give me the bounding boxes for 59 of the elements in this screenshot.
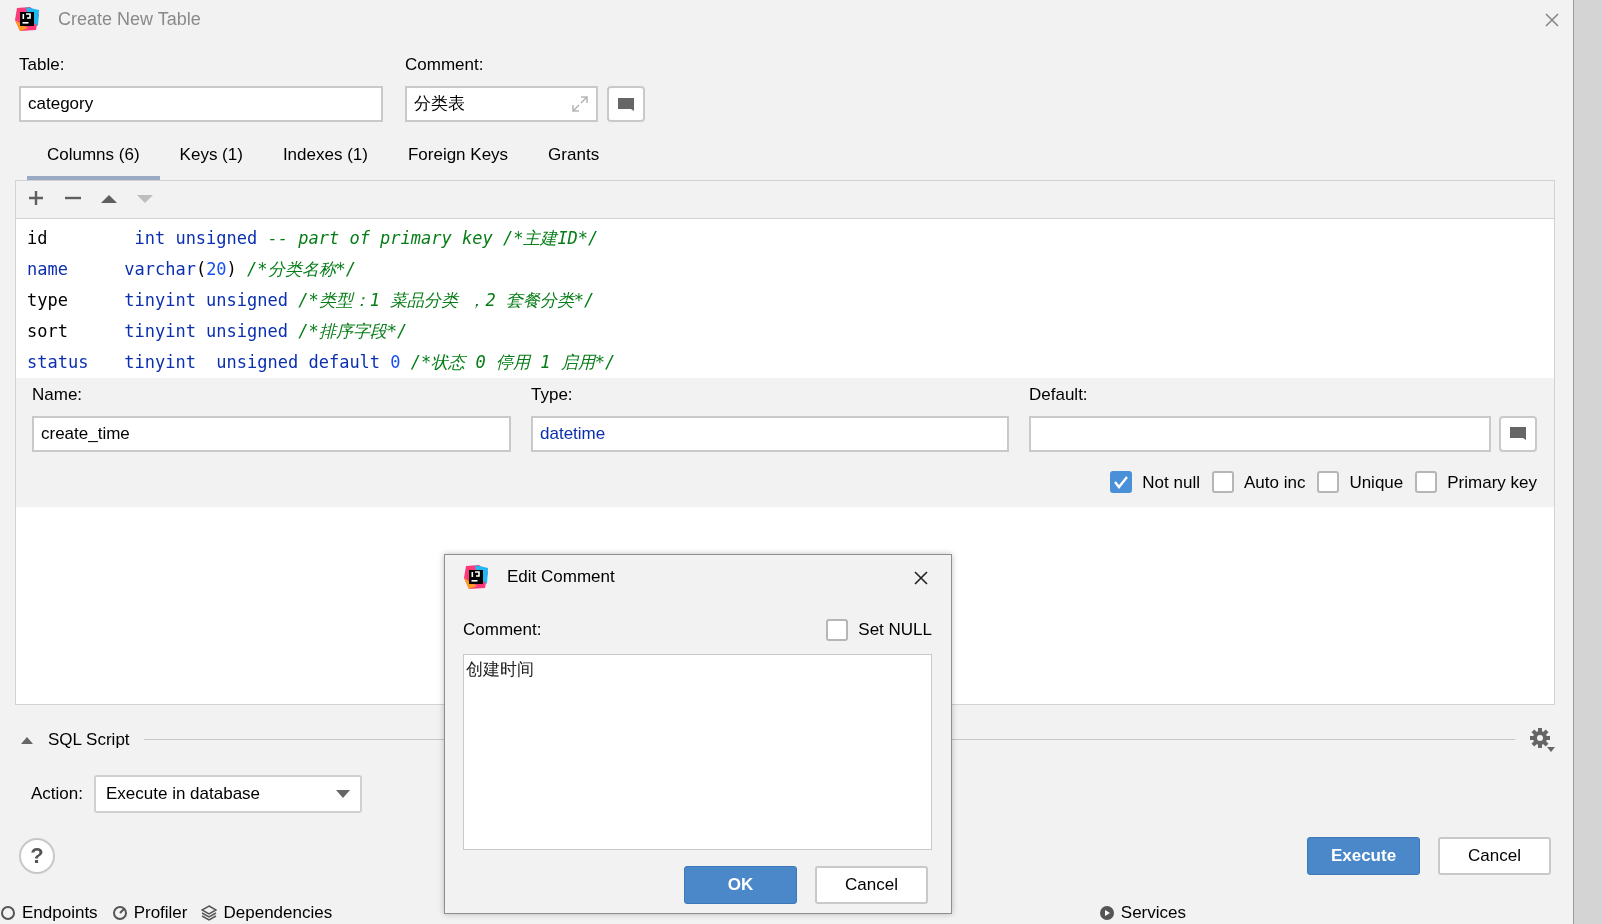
default-field[interactable] <box>1029 415 1491 452</box>
field-label: Comment: <box>405 54 485 76</box>
window-title: Create New Table <box>58 7 201 31</box>
tool-window-button[interactable]: Dependencies <box>201 902 347 924</box>
endpoints-icon <box>0 905 16 921</box>
tool-window-button[interactable]: Services <box>1098 902 1200 924</box>
action-dropdown[interactable]: Execute in database <box>94 774 362 813</box>
code-line: name varchar(20) /*分类名称*/ <box>27 257 358 281</box>
checkbox-label: Set NULL <box>858 619 932 642</box>
column-name-field[interactable]: create_time <box>32 415 511 452</box>
checkbox-label: Not null <box>1142 471 1200 494</box>
tab[interactable]: Indexes (1) <box>262 136 388 180</box>
field-label: Type: <box>531 383 574 406</box>
add-icon[interactable] <box>28 190 46 208</box>
code-line: id int unsigned -- part of primary key /*主建ID*/ <box>27 226 600 250</box>
speech-bubble-icon <box>616 96 635 112</box>
field-label: Name: <box>32 383 84 406</box>
dependencies-icon <box>201 905 218 921</box>
tab[interactable]: Keys (1) <box>159 136 263 180</box>
checkbox-label: Primary key <box>1447 471 1537 494</box>
comment-text-area[interactable]: 创建时间 <box>463 653 932 850</box>
checkbox[interactable] <box>1415 471 1438 494</box>
code-line: type tinyint unsigned /*类型：1 菜品分类 ，2 套餐分类*/ <box>27 288 596 312</box>
tool-window-button[interactable]: Profiler <box>111 902 202 924</box>
app-logo-icon <box>463 564 489 590</box>
services-icon <box>1098 905 1115 921</box>
field-label: Table: <box>19 54 66 76</box>
caret-icon <box>336 789 350 798</box>
dialog-button[interactable]: Execute <box>1307 836 1420 875</box>
dialog-title: Edit Comment <box>507 566 615 589</box>
checkbox[interactable] <box>1211 471 1234 494</box>
section-title: SQL Script <box>48 728 130 751</box>
checkbox[interactable] <box>1110 471 1133 494</box>
comment-button[interactable] <box>606 86 645 122</box>
field-label: Action: <box>31 782 83 805</box>
checkbox[interactable] <box>1317 471 1340 494</box>
help-button[interactable]: ? <box>19 837 55 874</box>
comment-field[interactable]: 分类表 <box>405 86 598 122</box>
code-line: status tinyint unsigned default 0 /*状态 0 停用 1 启用*/ <box>27 350 617 374</box>
expand-icon[interactable] <box>571 95 589 113</box>
checkbox-label: Auto inc <box>1243 471 1306 494</box>
tab[interactable]: Foreign Keys <box>387 136 529 180</box>
comment-button[interactable] <box>1499 415 1537 452</box>
checkbox[interactable] <box>826 619 849 641</box>
code-line: sort tinyint unsigned /*排序字段*/ <box>27 319 409 343</box>
dialog-button[interactable]: OK <box>684 865 797 904</box>
app-logo-icon <box>14 6 40 32</box>
speech-bubble-icon <box>1509 426 1527 441</box>
field-label: Default: <box>1029 383 1089 406</box>
dialog-button[interactable]: Cancel <box>1438 836 1551 875</box>
tool-window-button[interactable]: Endpoints <box>0 902 112 924</box>
field-label: Comment: <box>463 619 542 642</box>
column-type-field[interactable]: datetime <box>531 415 1009 452</box>
settings-icon[interactable] <box>1529 726 1555 753</box>
profiler-icon <box>111 905 128 921</box>
table-name-field[interactable]: category <box>19 86 383 122</box>
checkbox-label: Unique <box>1349 471 1404 494</box>
tab[interactable]: Grants <box>528 136 620 180</box>
dialog-button[interactable]: Cancel <box>815 865 928 904</box>
